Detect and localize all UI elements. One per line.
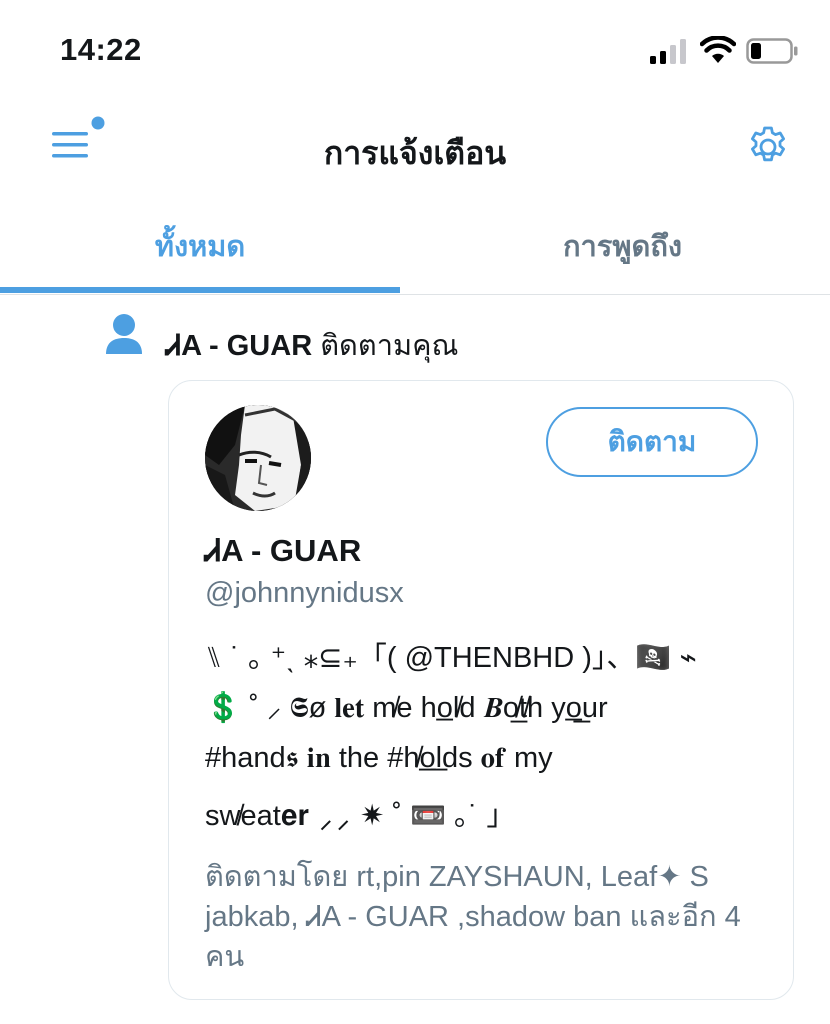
profile-card[interactable]: ติดตาม ᏗA - GUAR @johnnynidusx ⑊ ˙ ｡ ⁺ˎ …: [168, 380, 794, 1000]
avatar[interactable]: [205, 405, 311, 511]
notification-text: ᏗA - GUAR ติดตามคุณ: [166, 322, 458, 368]
page-title: การแจ้งเตือน: [323, 135, 507, 171]
profile-display-name[interactable]: ᏗA - GUAR: [205, 533, 361, 570]
active-tab-indicator: [0, 287, 400, 293]
tab-bar: ทั้งหมด การพูดถึง: [0, 200, 830, 295]
cellular-signal-icon: [650, 39, 686, 64]
bio-line: #hand𝖘 𝐢𝐧 the #h̸o̲l̲ds 𝐨𝐟 my: [205, 742, 553, 774]
notification-action: ติดตามคุณ: [320, 330, 459, 362]
bio-line: ⑊ ˙ ｡ ⁺ˎ ⁎⊆₊「( @THENBHD )」、🏴‍☠️ ⌁: [205, 642, 698, 674]
wifi-icon: [700, 36, 736, 63]
avatar-portrait-image: [205, 405, 311, 511]
settings-button[interactable]: [744, 123, 792, 171]
follow-button[interactable]: ติดตาม: [546, 407, 758, 477]
status-time: 14:22: [60, 32, 142, 67]
bio-line: sw̸eat𝐞𝐫 ⸝⸝ ✷ ˚ 📼 ｡˙ 」: [205, 800, 516, 832]
person-icon: [106, 314, 142, 354]
notification-actor-name[interactable]: ᏗA - GUAR: [166, 330, 312, 362]
gear-icon: [751, 126, 785, 162]
bio-line: 💲 ˚ ⸝ 𝕾ø 𝐥𝐞𝐭 m̸e ho̲l̸d 𝑩o̸̲t̸h yo̲̲ur: [205, 692, 608, 724]
profile-bio: ⑊ ˙ ｡ ⁺ˎ ⁎⊆₊「( @THENBHD )」、🏴‍☠️ ⌁ 💲 ˚ ⸝ …: [205, 633, 765, 843]
followed-by-text: ติดตามโดย rt,pin ZAYSHAUN, Leaf✦ S jabka…: [205, 861, 741, 973]
tab-mentions[interactable]: การพูดถึง: [415, 200, 830, 292]
battery-icon: [746, 38, 798, 64]
tab-all[interactable]: ทั้งหมด: [0, 200, 400, 292]
profile-handle[interactable]: @johnnynidusx: [205, 577, 404, 610]
